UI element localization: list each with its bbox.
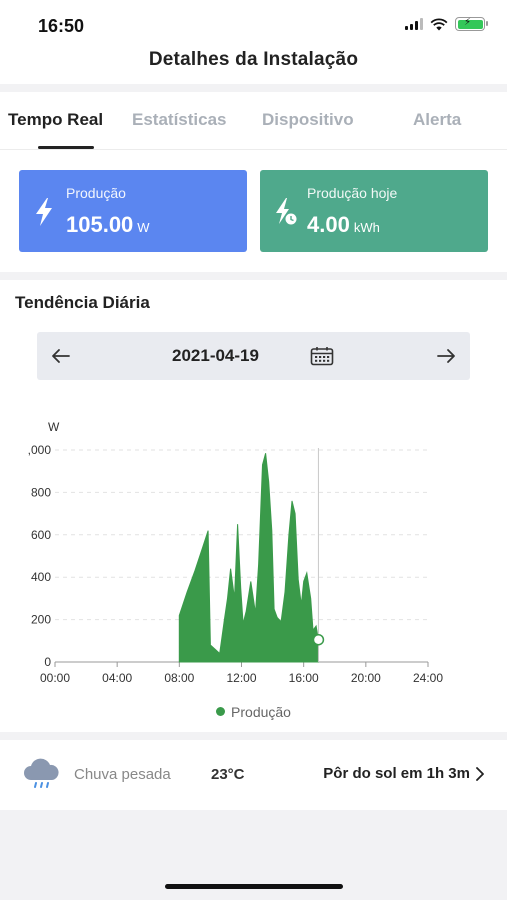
- x-tick-label: 12:00: [226, 671, 256, 685]
- y-axis-unit: W: [48, 420, 60, 434]
- production-label: Produção: [66, 185, 126, 201]
- section-title: Tendência Diária: [15, 293, 150, 312]
- arrow-right-icon[interactable]: [434, 344, 458, 368]
- legend-dot: [216, 707, 226, 716]
- weather-bar[interactable]: Chuva pesada 23°C Pôr do sol em 1h 3m: [0, 740, 507, 810]
- screen: 16:50 ⚡ Detalhes da Instalação Tempo Rea…: [0, 0, 507, 900]
- legend-label: Produção: [231, 704, 291, 720]
- y-tick-label: 200: [31, 613, 51, 627]
- production-today-value: 4.00: [307, 212, 350, 237]
- daily-trend-section: Tendência Diária 2021-04-19 W ,000 800 600 4…: [0, 280, 507, 732]
- chart-legend[interactable]: Produção: [0, 704, 507, 720]
- production-value: 105.00: [66, 212, 134, 237]
- production-chart: W ,000 800 600 400 200 0 00:00 04:00 08:00 12:00 16…: [28, 420, 444, 685]
- current-value-marker: [312, 633, 325, 646]
- tab-tempo-real[interactable]: Tempo Real: [8, 110, 103, 130]
- tab-dispositivo[interactable]: Dispositivo: [262, 110, 354, 130]
- calendar-icon[interactable]: [310, 346, 334, 366]
- y-tick-label: ,000: [28, 443, 52, 457]
- production-today-unit: kWh: [353, 220, 380, 235]
- sunset-link[interactable]: Pôr do sol em 1h 3m: [323, 765, 485, 782]
- status-bar: 16:50 ⚡: [0, 0, 507, 44]
- production-value-wrap: 105.00 W: [66, 212, 150, 238]
- rain-cloud-icon: [24, 758, 59, 788]
- production-area: [178, 453, 319, 663]
- summary-cards: Produção 105.00 W Produção hoje 4.00 kWh: [0, 150, 507, 272]
- x-tick-label: 24:00: [413, 671, 443, 685]
- x-tick-label: 08:00: [164, 671, 194, 685]
- weather-temperature: 23°C: [211, 766, 245, 783]
- y-tick-label: 0: [44, 655, 51, 669]
- y-tick-label: 800: [31, 485, 51, 499]
- x-tick-label: 20:00: [351, 671, 381, 685]
- y-tick-label: 400: [31, 570, 51, 584]
- weather-description: Chuva pesada: [74, 766, 171, 783]
- lightning-icon: [36, 198, 52, 226]
- active-tab-indicator: [38, 146, 94, 149]
- sunset-text: Pôr do sol em 1h 3m: [323, 765, 470, 782]
- battery-icon: ⚡: [455, 17, 488, 31]
- production-unit: W: [137, 220, 150, 235]
- x-tick-label: 00:00: [40, 671, 70, 685]
- production-today-card[interactable]: Produção hoje 4.00 kWh: [260, 170, 488, 252]
- production-today-label: Produção hoje: [307, 185, 398, 201]
- signal-icon: [405, 18, 423, 30]
- page-title: Detalhes da Instalação: [148, 49, 359, 70]
- home-indicator: [165, 884, 343, 889]
- x-tick-label: 04:00: [102, 671, 132, 685]
- x-tick-label: 16:00: [289, 671, 319, 685]
- page-header: Detalhes da Instalação: [0, 44, 507, 84]
- selected-date[interactable]: 2021-04-19: [172, 346, 259, 366]
- wifi-icon: [430, 18, 448, 30]
- arrow-left-icon[interactable]: [49, 344, 73, 368]
- tab-bar: Tempo Real Estatísticas Dispositivo Aler…: [0, 92, 507, 150]
- status-icons: ⚡: [405, 17, 488, 31]
- tab-alerta[interactable]: Alerta: [413, 110, 461, 130]
- production-card[interactable]: Produção 105.00 W: [19, 170, 247, 252]
- y-tick-label: 600: [31, 528, 51, 542]
- date-selector: 2021-04-19: [37, 332, 470, 380]
- chevron-right-icon: [476, 766, 484, 781]
- lightning-clock-icon: [276, 198, 297, 225]
- status-time: 16:50: [38, 16, 85, 36]
- production-today-value-wrap: 4.00 kWh: [307, 212, 380, 238]
- tab-estatisticas[interactable]: Estatísticas: [132, 110, 227, 130]
